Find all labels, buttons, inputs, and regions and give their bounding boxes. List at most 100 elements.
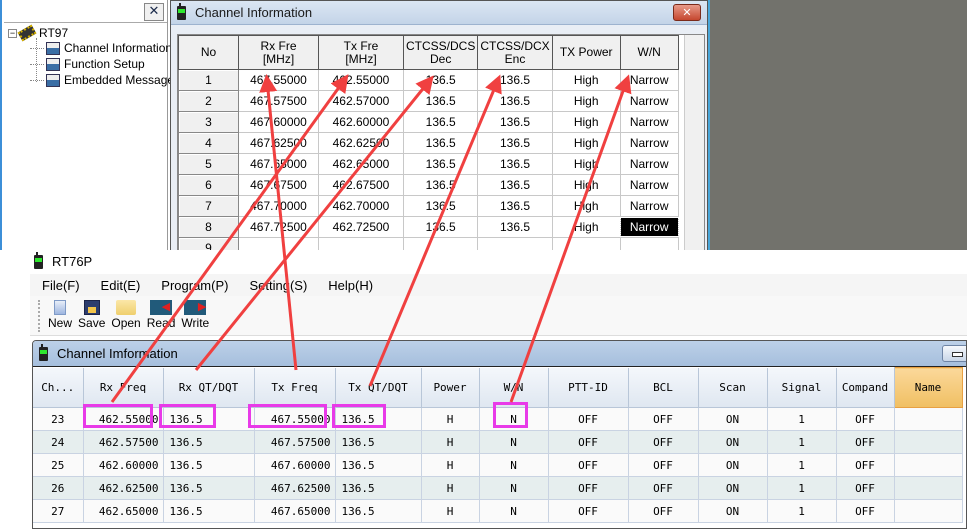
grid-cell[interactable]: High bbox=[551, 216, 621, 238]
row-header[interactable]: 6 bbox=[178, 174, 239, 196]
grid-cell[interactable]: 136.5 bbox=[477, 69, 553, 91]
grid-cell[interactable]: 462.60000 bbox=[318, 111, 404, 133]
grid-cell[interactable]: N bbox=[479, 453, 549, 477]
tree-item-function-setup[interactable]: Function Setup bbox=[30, 57, 145, 71]
grid-cell[interactable]: 24 bbox=[33, 430, 84, 454]
grid-cell[interactable]: OFF bbox=[548, 407, 629, 431]
grid-cell[interactable]: OFF bbox=[628, 453, 699, 477]
grid-cell[interactable]: 136.5 bbox=[402, 90, 479, 112]
grid-cell[interactable]: 136.5 bbox=[335, 430, 422, 454]
grid-cell[interactable]: 462.67500 bbox=[318, 174, 404, 196]
row-header[interactable]: 2 bbox=[178, 90, 239, 112]
grid-cell[interactable]: ON bbox=[698, 476, 768, 500]
rt76p-column-header[interactable]: BCL bbox=[628, 367, 699, 408]
grid-cell[interactable]: OFF bbox=[548, 430, 629, 454]
rt76p-column-header[interactable]: Scan bbox=[698, 367, 768, 408]
grid-cell[interactable]: 136.5 bbox=[335, 407, 422, 431]
grid-cell[interactable]: High bbox=[551, 111, 621, 133]
grid-cell[interactable]: 136.5 bbox=[402, 153, 479, 175]
grid-cell[interactable]: 136.5 bbox=[477, 90, 553, 112]
grid-cell[interactable]: 136.5 bbox=[163, 407, 255, 431]
grid-cell[interactable]: 136.5 bbox=[402, 132, 479, 154]
read-button[interactable]: Read bbox=[144, 296, 179, 330]
grid-cell[interactable]: 136.5 bbox=[477, 174, 553, 196]
rt97-vertical-scrollbar[interactable] bbox=[684, 35, 704, 252]
grid-cell[interactable]: 462.60000 bbox=[83, 453, 164, 477]
grid-cell[interactable]: H bbox=[421, 499, 480, 523]
grid-cell[interactable]: Narrow bbox=[619, 174, 679, 196]
collapse-toggle-icon[interactable]: − bbox=[8, 28, 17, 38]
grid-cell[interactable]: OFF bbox=[628, 499, 699, 523]
grid-cell[interactable]: N bbox=[479, 430, 549, 454]
grid-cell[interactable]: ON bbox=[698, 453, 768, 477]
grid-cell[interactable]: Narrow bbox=[619, 69, 679, 91]
grid-cell[interactable]: 462.57000 bbox=[318, 90, 404, 112]
grid-cell[interactable]: 462.62500 bbox=[318, 132, 404, 154]
open-button[interactable]: Open bbox=[108, 296, 143, 330]
grid-cell[interactable]: 136.5 bbox=[163, 430, 255, 454]
grid-cell[interactable]: ON bbox=[698, 430, 768, 454]
grid-cell[interactable] bbox=[894, 476, 963, 500]
grid-cell[interactable]: OFF bbox=[836, 499, 895, 523]
rt97-close-button[interactable]: ✕ bbox=[673, 4, 701, 21]
grid-cell[interactable]: OFF bbox=[836, 430, 895, 454]
grid-cell[interactable]: High bbox=[551, 132, 621, 154]
rt76p-column-header[interactable]: Rx Freq bbox=[83, 367, 164, 408]
rt97-column-header[interactable]: Rx Fre [MHz] bbox=[238, 35, 319, 70]
grid-cell[interactable]: 467.60000 bbox=[254, 453, 336, 477]
rt76p-column-header[interactable]: PTT-ID bbox=[548, 367, 629, 408]
menu-help[interactable]: Help(H) bbox=[316, 278, 382, 293]
grid-cell[interactable]: H bbox=[421, 407, 480, 431]
rt76p-column-header[interactable]: Tx Freq bbox=[254, 367, 336, 408]
rt97-column-header[interactable]: W/N bbox=[619, 35, 679, 70]
grid-cell[interactable]: 1 bbox=[767, 453, 837, 477]
grid-cell[interactable]: 462.70000 bbox=[318, 195, 404, 217]
grid-cell[interactable]: H bbox=[421, 453, 480, 477]
grid-cell[interactable]: 467.60000 bbox=[238, 111, 319, 133]
grid-cell[interactable]: H bbox=[421, 430, 480, 454]
row-header[interactable]: 3 bbox=[178, 111, 239, 133]
grid-cell[interactable]: 27 bbox=[33, 499, 84, 523]
rt76p-column-header[interactable]: Compand bbox=[836, 367, 895, 408]
grid-cell[interactable]: 462.72500 bbox=[318, 216, 404, 238]
grid-cell[interactable]: 136.5 bbox=[477, 111, 553, 133]
grid-cell[interactable]: 462.57500 bbox=[83, 430, 164, 454]
grid-cell[interactable]: 136.5 bbox=[335, 453, 422, 477]
row-header[interactable]: 8 bbox=[178, 216, 239, 238]
grid-cell[interactable] bbox=[894, 407, 963, 431]
grid-cell[interactable]: 467.65000 bbox=[238, 153, 319, 175]
grid-cell[interactable]: 26 bbox=[33, 476, 84, 500]
menu-program[interactable]: Program(P) bbox=[149, 278, 237, 293]
grid-cell[interactable]: 136.5 bbox=[402, 195, 479, 217]
grid-cell[interactable]: High bbox=[551, 195, 621, 217]
grid-cell[interactable]: 136.5 bbox=[163, 453, 255, 477]
grid-cell[interactable]: 136.5 bbox=[477, 195, 553, 217]
grid-cell[interactable]: N bbox=[479, 407, 549, 431]
grid-cell[interactable]: High bbox=[551, 174, 621, 196]
grid-cell[interactable]: High bbox=[551, 69, 621, 91]
grid-cell[interactable]: Narrow bbox=[619, 90, 679, 112]
grid-cell[interactable]: 25 bbox=[33, 453, 84, 477]
grid-cell[interactable]: 23 bbox=[33, 407, 84, 431]
grid-cell[interactable]: 1 bbox=[767, 499, 837, 523]
grid-cell[interactable]: 136.5 bbox=[477, 216, 553, 238]
grid-cell[interactable]: 467.55000 bbox=[254, 407, 336, 431]
grid-cell[interactable]: 467.65000 bbox=[254, 499, 336, 523]
grid-cell[interactable]: ON bbox=[698, 407, 768, 431]
minimize-button[interactable] bbox=[942, 345, 966, 362]
rt97-column-header[interactable]: CTCSS/DCS Dec bbox=[402, 35, 479, 70]
rt97-column-header[interactable]: Tx Fre [MHz] bbox=[318, 35, 404, 70]
grid-cell[interactable] bbox=[894, 430, 963, 454]
grid-cell[interactable]: High bbox=[551, 90, 621, 112]
grid-cell[interactable]: 136.5 bbox=[477, 132, 553, 154]
grid-cell[interactable]: OFF bbox=[548, 476, 629, 500]
grid-cell[interactable]: OFF bbox=[628, 430, 699, 454]
write-button[interactable]: Write bbox=[178, 296, 212, 330]
rt97-column-header[interactable]: TX Power bbox=[551, 35, 621, 70]
grid-cell[interactable]: High bbox=[551, 153, 621, 175]
tree-root-rt97[interactable]: − RT97 bbox=[8, 24, 68, 42]
grid-cell[interactable]: OFF bbox=[628, 476, 699, 500]
menu-edit[interactable]: Edit(E) bbox=[89, 278, 150, 293]
tree-item-embedded-message[interactable]: Embedded Message bbox=[30, 73, 174, 87]
grid-cell[interactable]: 136.5 bbox=[402, 174, 479, 196]
